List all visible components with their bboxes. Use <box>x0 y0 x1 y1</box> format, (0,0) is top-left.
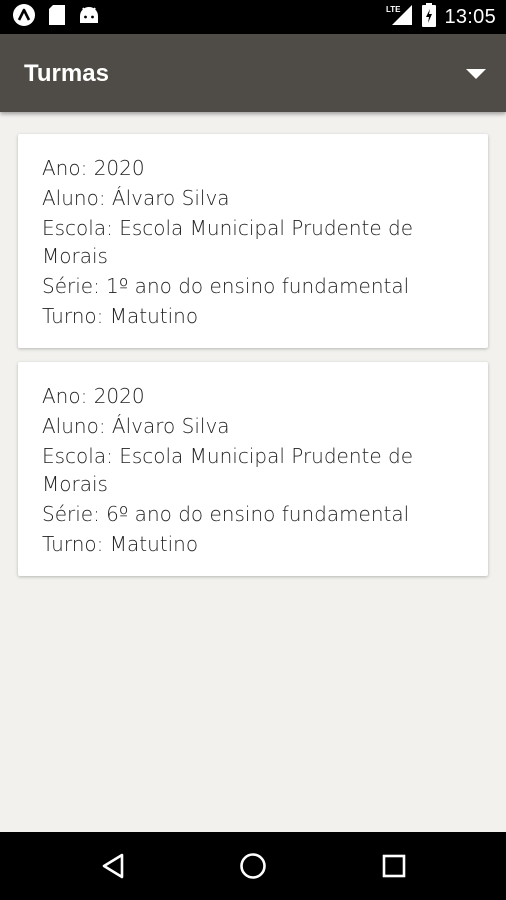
card-school: Escola: Escola Municipal Prudente de Mor… <box>42 444 414 496</box>
app-bar: Turmas <box>0 34 506 112</box>
card-student: Aluno: Álvaro Silva <box>42 186 230 210</box>
card-year: Ano: 2020 <box>42 384 145 408</box>
home-icon <box>240 853 266 879</box>
sd-card-icon <box>48 4 66 31</box>
dropdown-arrow-icon <box>466 69 486 79</box>
class-list: Ano: 2020 Aluno: Álvaro Silva Escola: Es… <box>0 112 506 832</box>
card-shift: Turno: Matutino <box>42 532 199 556</box>
page-title: Turmas <box>24 60 109 87</box>
recents-icon <box>382 854 406 878</box>
system-icons: LTE 13:05 <box>386 2 496 32</box>
app-a-icon <box>12 3 36 32</box>
class-card[interactable]: Ano: 2020 Aluno: Álvaro Silva Escola: Es… <box>18 362 488 576</box>
network-type-label: LTE <box>386 5 401 14</box>
status-bar: LTE 13:05 <box>0 0 506 34</box>
card-shift: Turno: Matutino <box>42 304 199 328</box>
android-icon <box>78 5 100 30</box>
signal-icon: LTE <box>386 3 414 32</box>
clock: 13:05 <box>444 5 496 28</box>
card-grade: Série: 6º ano do ensino fundamental <box>42 502 410 526</box>
dropdown-menu-button[interactable] <box>464 62 488 86</box>
recents-button[interactable] <box>374 846 414 886</box>
notification-icons <box>12 3 100 32</box>
home-button[interactable] <box>233 846 273 886</box>
card-year: Ano: 2020 <box>42 156 145 180</box>
back-button[interactable] <box>93 846 133 886</box>
card-student: Aluno: Álvaro Silva <box>42 414 230 438</box>
back-icon <box>102 853 124 879</box>
class-card[interactable]: Ano: 2020 Aluno: Álvaro Silva Escola: Es… <box>18 134 488 348</box>
card-grade: Série: 1º ano do ensino fundamental <box>42 274 410 298</box>
battery-icon <box>422 2 437 32</box>
card-school: Escola: Escola Municipal Prudente de Mor… <box>42 216 414 268</box>
navigation-bar <box>0 832 506 900</box>
